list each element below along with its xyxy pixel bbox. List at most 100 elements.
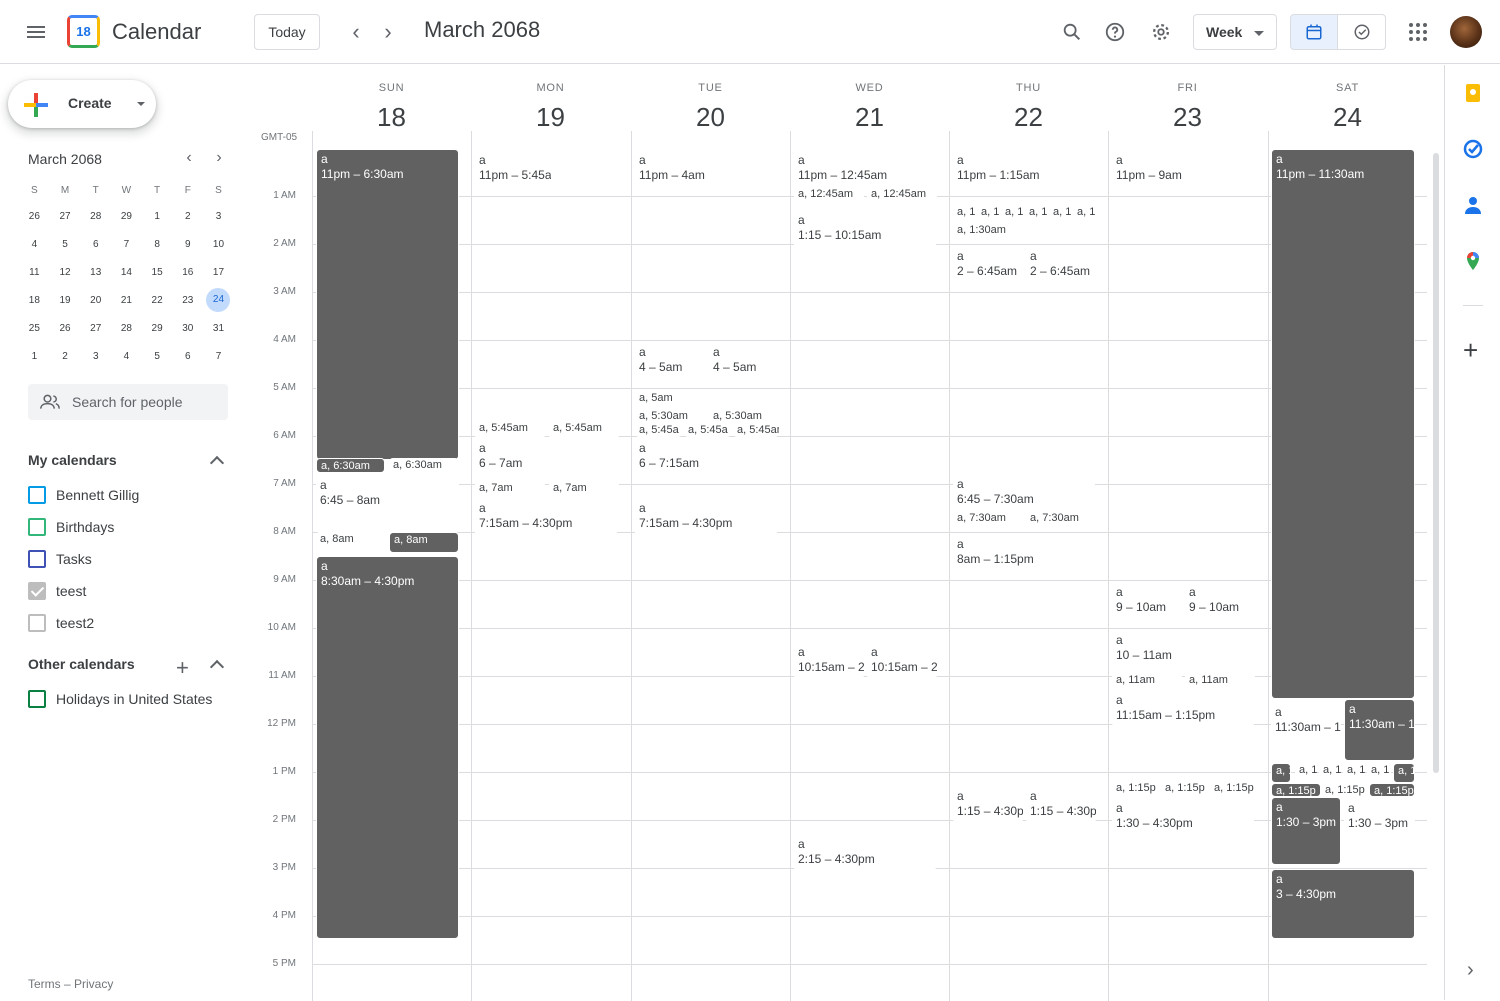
calendar-event[interactable]: a, 7:30am	[1026, 511, 1096, 531]
calendar-event[interactable]: a 11pm – 11:30am	[1271, 149, 1415, 699]
previous-week-button[interactable]: ‹	[340, 16, 372, 48]
tasks-icon[interactable]	[1463, 139, 1483, 159]
mini-calendar-day[interactable]: 23	[172, 295, 203, 306]
mini-calendar-day[interactable]: 19	[50, 295, 81, 306]
calendar-event[interactable]: a4 – 5am	[709, 343, 779, 379]
calendar-event[interactable]: a9 – 10am	[1112, 583, 1182, 619]
calendar-event[interactable]: a, 7:30am	[953, 511, 1023, 531]
account-avatar[interactable]	[1450, 16, 1482, 48]
calendar-checkbox[interactable]	[28, 486, 46, 504]
calendar-event[interactable]: a, 1	[1271, 763, 1291, 783]
apps-button[interactable]	[1398, 12, 1438, 52]
mini-calendar-day[interactable]: 27	[80, 323, 111, 334]
calendar-event[interactable]: a, 5:45a	[635, 423, 682, 437]
calendar-event[interactable]: a, 1	[1393, 763, 1415, 783]
calendar-event[interactable]: a6 – 7am	[475, 439, 617, 475]
mini-calendar-day[interactable]: 29	[142, 323, 173, 334]
mini-calendar-day[interactable]: 24	[203, 288, 234, 312]
mini-calendar-day[interactable]: 6	[172, 351, 203, 362]
calendar-event[interactable]: a, 1	[1343, 763, 1365, 783]
mini-calendar-day[interactable]: 16	[172, 267, 203, 278]
mini-calendar-day[interactable]: 18	[19, 295, 50, 306]
calendar-event[interactable]: a, 7am	[475, 481, 545, 499]
calendar-event[interactable]: a 11pm – 9am	[1112, 151, 1254, 187]
calendar-event[interactable]: a 11pm – 1:15am	[953, 151, 1095, 187]
calendar-event[interactable]: a, 5:45am	[549, 421, 619, 439]
calendar-event[interactable]: a 7:15am – 4:30pm	[475, 499, 617, 539]
calendar-event[interactable]: a, 5:30am	[709, 409, 779, 423]
terms-privacy-link[interactable]: Terms – Privacy	[28, 977, 113, 991]
calendar-event[interactable]: a, 1	[1319, 763, 1341, 783]
mini-calendar-day[interactable]: 6	[80, 239, 111, 250]
calendar-event[interactable]: a 11:15am – 1:15pm	[1112, 691, 1254, 727]
calendar-checkbox[interactable]	[28, 690, 46, 708]
calendar-item[interactable]: Holidays in United States	[28, 688, 212, 710]
mini-calendar-day[interactable]: 15	[142, 267, 173, 278]
day-number[interactable]: 23	[1108, 102, 1267, 133]
calendar-event[interactable]: a, 1:15p	[1112, 781, 1158, 799]
mini-calendar-day[interactable]: 7	[203, 351, 234, 362]
mini-calendar-day[interactable]: 1	[19, 351, 50, 362]
mini-calendar-day[interactable]: 17	[203, 267, 234, 278]
calendar-item[interactable]: Birthdays	[28, 516, 114, 538]
day-number[interactable]: 19	[471, 102, 630, 133]
calendar-event[interactable]: a 10:15am – 2	[867, 643, 937, 679]
calendar-event[interactable]: a 1:30 – 3pm	[1271, 797, 1341, 865]
calendar-checkbox[interactable]	[28, 518, 46, 536]
calendar-event[interactable]: a3 – 4:30pm	[1271, 869, 1415, 939]
mini-calendar-day[interactable]: 2	[172, 211, 203, 222]
calendar-event[interactable]: a, 1	[1001, 205, 1023, 223]
today-button[interactable]: Today	[254, 14, 320, 50]
calendar-event[interactable]: a, 7am	[549, 481, 619, 499]
calendar-event[interactable]: a, 1:15p	[1210, 781, 1256, 799]
settings-button[interactable]	[1141, 12, 1181, 52]
search-people-input[interactable]: Search for people	[28, 384, 228, 420]
calendar-event[interactable]: a, 1	[1073, 205, 1095, 223]
mini-calendar-day[interactable]: 8	[142, 239, 173, 250]
day-number[interactable]: 22	[949, 102, 1108, 133]
calendar-event[interactable]: a 11pm – 12:45am	[794, 151, 936, 187]
mini-calendar-day[interactable]: 25	[19, 323, 50, 334]
calendar-event[interactable]: a 8am – 1:15pm	[953, 535, 1095, 571]
contacts-icon[interactable]	[1463, 195, 1483, 215]
tasks-view-toggle[interactable]	[1338, 14, 1386, 50]
mini-calendar-day[interactable]: 10	[203, 239, 234, 250]
mini-calendar-day[interactable]: 11	[19, 267, 50, 278]
calendar-event[interactable]: a, 6:30am	[316, 458, 385, 473]
calendar-event[interactable]: a, 1:30am	[953, 223, 1095, 241]
get-add-ons-plus-icon[interactable]: +	[1463, 335, 1478, 366]
calendar-event[interactable]: a, 1:15p	[1161, 781, 1207, 799]
mini-calendar-day[interactable]: 22	[142, 295, 173, 306]
mini-calendar-day[interactable]: 28	[80, 211, 111, 222]
calendar-event[interactable]: a 7:15am – 4:30pm	[635, 499, 777, 539]
mini-calendar-day[interactable]: 9	[172, 239, 203, 250]
create-button[interactable]: Create	[8, 80, 156, 128]
calendar-event[interactable]: a, 5:30am	[635, 409, 705, 423]
calendar-event[interactable]: a, 1	[953, 205, 975, 223]
my-calendars-title[interactable]: My calendars	[28, 452, 117, 468]
mini-calendar-next-button[interactable]: ›	[208, 149, 230, 167]
calendar-event[interactable]: a 1:15 – 4:30p	[1026, 787, 1096, 823]
next-week-button[interactable]: ›	[372, 16, 404, 48]
add-calendar-plus-icon[interactable]: +	[176, 655, 189, 681]
search-button[interactable]	[1052, 12, 1092, 52]
day-number[interactable]: 24	[1268, 102, 1427, 133]
calendar-event[interactable]: a 6:45 – 7:30am	[953, 475, 1095, 511]
calendar-item[interactable]: teest	[28, 580, 86, 602]
calendar-event[interactable]: a, 1:15p	[1271, 783, 1321, 797]
calendar-event[interactable]: a, 12:45am	[794, 187, 864, 205]
calendar-event[interactable]: a 10 – 11am	[1112, 631, 1254, 667]
chevron-up-icon[interactable]	[209, 455, 225, 471]
calendar-event[interactable]: a11pm – 5:45am	[475, 151, 551, 191]
mini-calendar-day[interactable]: 13	[80, 267, 111, 278]
mini-calendar-day[interactable]: 3	[203, 211, 234, 222]
help-button[interactable]	[1095, 12, 1135, 52]
calendar-event[interactable]: a 1:15 – 4:30p	[953, 787, 1023, 823]
calendar-event[interactable]: a 10:15am – 2	[794, 643, 864, 679]
maps-icon[interactable]	[1463, 251, 1483, 271]
mini-calendar-day[interactable]: 14	[111, 267, 142, 278]
calendar-event[interactable]: a, 1	[977, 205, 999, 223]
mini-calendar-day[interactable]: 5	[142, 351, 173, 362]
calendar-event[interactable]: a4 – 5am	[635, 343, 705, 379]
calendar-event[interactable]: a 1:30 – 3pm	[1344, 799, 1415, 835]
